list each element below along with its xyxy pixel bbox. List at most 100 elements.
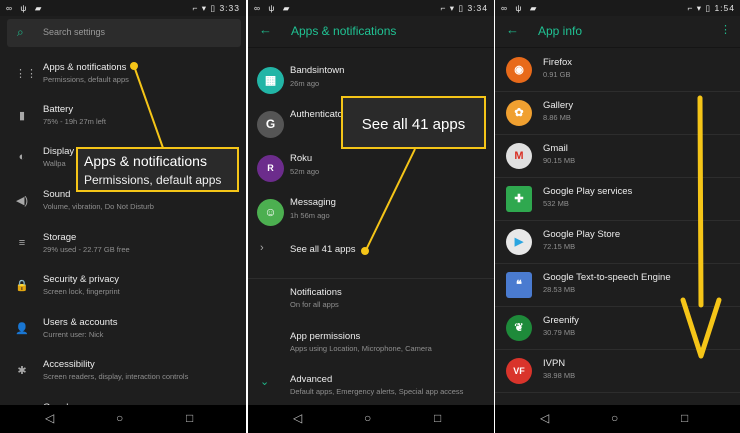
app-list-item[interactable]: ❝ Google Text-to-speech Engine 28.53 MB	[495, 264, 740, 307]
app-last-used: 52m ago	[290, 167, 320, 176]
settings-item-title: Accessibility	[43, 359, 95, 370]
app-bar: ← Apps & notifications	[248, 16, 494, 48]
nav-bar: ◁ ○ □	[248, 405, 494, 433]
back-arrow-icon[interactable]: ←	[506, 22, 519, 37]
callout-dot-1	[130, 62, 138, 70]
option-subtitle: On for all apps	[290, 300, 339, 309]
back-icon[interactable]: ◁	[540, 411, 549, 425]
settings-item-security[interactable]: 🔒 Security & privacy Screen lock, finger…	[0, 270, 246, 312]
status-bar: ∞ ψ ▰ ⌐ ▾ ▯ 3:33	[0, 0, 246, 16]
settings-item-subtitle: Wallpa	[43, 159, 66, 168]
apps-grid-icon: ⋮⋮	[15, 68, 37, 80]
settings-item-title: Battery	[43, 104, 74, 115]
option-title: App permissions	[290, 331, 361, 342]
status-icons-right: ⌐ ▾ ▯	[192, 3, 217, 13]
chevron-down-icon: ⌄	[260, 376, 270, 388]
app-name: Gallery	[543, 100, 574, 111]
app-list-item[interactable]: VF IVPN 38.98 MB	[495, 350, 740, 393]
app-size: 72.15 MB	[543, 242, 576, 251]
authenticator-icon: G	[257, 111, 284, 138]
callout-see-all-apps: See all 41 apps	[341, 96, 486, 149]
gmail-icon: M	[506, 143, 532, 169]
settings-item-subtitle: 29% used - 22.77 GB free	[43, 245, 130, 254]
recents-icon[interactable]: □	[186, 411, 193, 425]
settings-item-subtitle: 75% - 19h 27m left	[43, 117, 106, 126]
app-list-item[interactable]: ▶ Google Play Store 72.15 MB	[495, 221, 740, 264]
accessibility-icon: ✱	[17, 365, 27, 377]
status-icons-right: ⌐ ▾ ▯	[440, 3, 465, 13]
nav-bar: ◁ ○ □	[0, 405, 246, 433]
status-icons-left: ∞ ψ ▰	[6, 3, 45, 13]
settings-screen: ∞ ψ ▰ ⌐ ▾ ▯ 3:33 ⌕ Search settings ⋮⋮ Ap…	[0, 0, 246, 433]
app-list-item[interactable]: M Gmail 90.15 MB	[495, 135, 740, 178]
firefox-icon: ◉	[506, 57, 532, 83]
recent-app-item[interactable]: R Roku 52m ago	[248, 148, 494, 191]
home-icon[interactable]: ○	[364, 411, 371, 425]
page-title: App info	[538, 24, 583, 38]
volume-icon: ◀)	[15, 195, 29, 207]
play-store-icon: ▶	[506, 229, 532, 255]
status-bar: ∞ ψ ▰ ⌐ ▾ ▯ 1:54	[495, 0, 740, 16]
app-size: 38.98 MB	[543, 371, 576, 380]
app-bar: ← App info ⋮	[495, 16, 740, 48]
app-list-item[interactable]: ❦ Greenify 30.79 MB	[495, 307, 740, 350]
back-icon[interactable]: ◁	[293, 411, 302, 425]
see-all-apps-label: See all 41 apps	[290, 244, 356, 255]
callout-title: See all 41 apps	[361, 116, 466, 133]
app-list-item[interactable]: ✿ Gallery 8.86 MB	[495, 92, 740, 135]
settings-item-accessibility[interactable]: ✱ Accessibility Screen readers, display,…	[0, 355, 246, 397]
settings-item-title: Apps & notifications	[43, 62, 127, 73]
back-arrow-icon[interactable]: ←	[259, 22, 272, 37]
settings-item-storage[interactable]: ≡ Storage 29% used - 22.77 GB free	[0, 228, 246, 270]
status-icons-right: ⌐ ▾ ▯	[687, 3, 712, 13]
overflow-menu-icon[interactable]: ⋮	[720, 23, 731, 36]
home-icon[interactable]: ○	[116, 411, 123, 425]
settings-item-battery[interactable]: ▮ Battery 75% - 19h 27m left	[0, 100, 246, 142]
see-all-apps-row[interactable]: › See all 41 apps	[248, 236, 494, 279]
app-last-used: 1h 56m ago	[290, 211, 330, 220]
home-icon[interactable]: ○	[611, 411, 618, 425]
messaging-icon: ☺	[257, 199, 284, 226]
option-subtitle: Apps using Location, Microphone, Camera	[290, 344, 432, 353]
recent-app-item[interactable]: ☺ Messaging 1h 56m ago	[248, 192, 494, 235]
app-name: Roku	[290, 153, 313, 164]
app-name: Messaging	[290, 197, 336, 208]
settings-item-apps[interactable]: ⋮⋮ Apps & notifications Permissions, def…	[0, 58, 246, 100]
option-app-permissions[interactable]: App permissions Apps using Location, Mic…	[248, 326, 494, 369]
app-size: 532 MB	[543, 199, 569, 208]
settings-item-title: Users & accounts	[43, 317, 118, 328]
settings-item-users[interactable]: 👤 Users & accounts Current user: Nick	[0, 313, 246, 355]
brightness-icon: ◐	[18, 151, 26, 163]
settings-item-title: Security & privacy	[43, 274, 120, 285]
settings-item-title: Storage	[43, 232, 77, 243]
settings-item-subtitle: Volume, vibration, Do Not Disturb	[43, 202, 154, 211]
status-time: 1:54	[714, 3, 735, 13]
app-name: Greenify	[543, 315, 579, 326]
callout-title: Apps & notifications	[84, 153, 207, 169]
recents-icon[interactable]: □	[681, 411, 688, 425]
app-last-used: 26m ago	[290, 79, 320, 88]
battery-icon: ▮	[18, 110, 26, 122]
settings-item-subtitle: Permissions, default apps	[43, 75, 129, 84]
settings-item-subtitle: Current user: Nick	[43, 330, 104, 339]
storage-icon: ≡	[18, 237, 26, 249]
ivpn-icon: VF	[506, 358, 532, 384]
app-list-item[interactable]: ✚ Google Play services 532 MB	[495, 178, 740, 221]
text-to-speech-icon: ❝	[506, 272, 532, 298]
account-icon: 👤	[15, 323, 29, 335]
settings-item-subtitle: Screen readers, display, interaction con…	[43, 372, 189, 381]
callout-subtitle: Permissions, default apps	[84, 173, 222, 187]
app-name: Firefox	[543, 57, 573, 68]
callout-apps-notifications: Apps & notifications Permissions, defaul…	[76, 147, 239, 192]
greenify-icon: ❦	[506, 315, 532, 341]
search-bar[interactable]: ⌕ Search settings	[7, 19, 241, 47]
callout-dot-2	[361, 247, 369, 255]
option-notifications[interactable]: Notifications On for all apps	[248, 282, 494, 325]
app-list-item[interactable]: ◉ Firefox 0.91 GB	[495, 49, 740, 92]
settings-item-subtitle: Screen lock, fingerprint	[43, 287, 120, 296]
app-name: Gmail	[543, 143, 568, 154]
app-info-screen: ∞ ψ ▰ ⌐ ▾ ▯ 1:54 ← App info ⋮ ◉ Firefox …	[495, 0, 740, 433]
status-time: 3:33	[219, 3, 240, 13]
back-icon[interactable]: ◁	[45, 411, 54, 425]
recents-icon[interactable]: □	[434, 411, 441, 425]
